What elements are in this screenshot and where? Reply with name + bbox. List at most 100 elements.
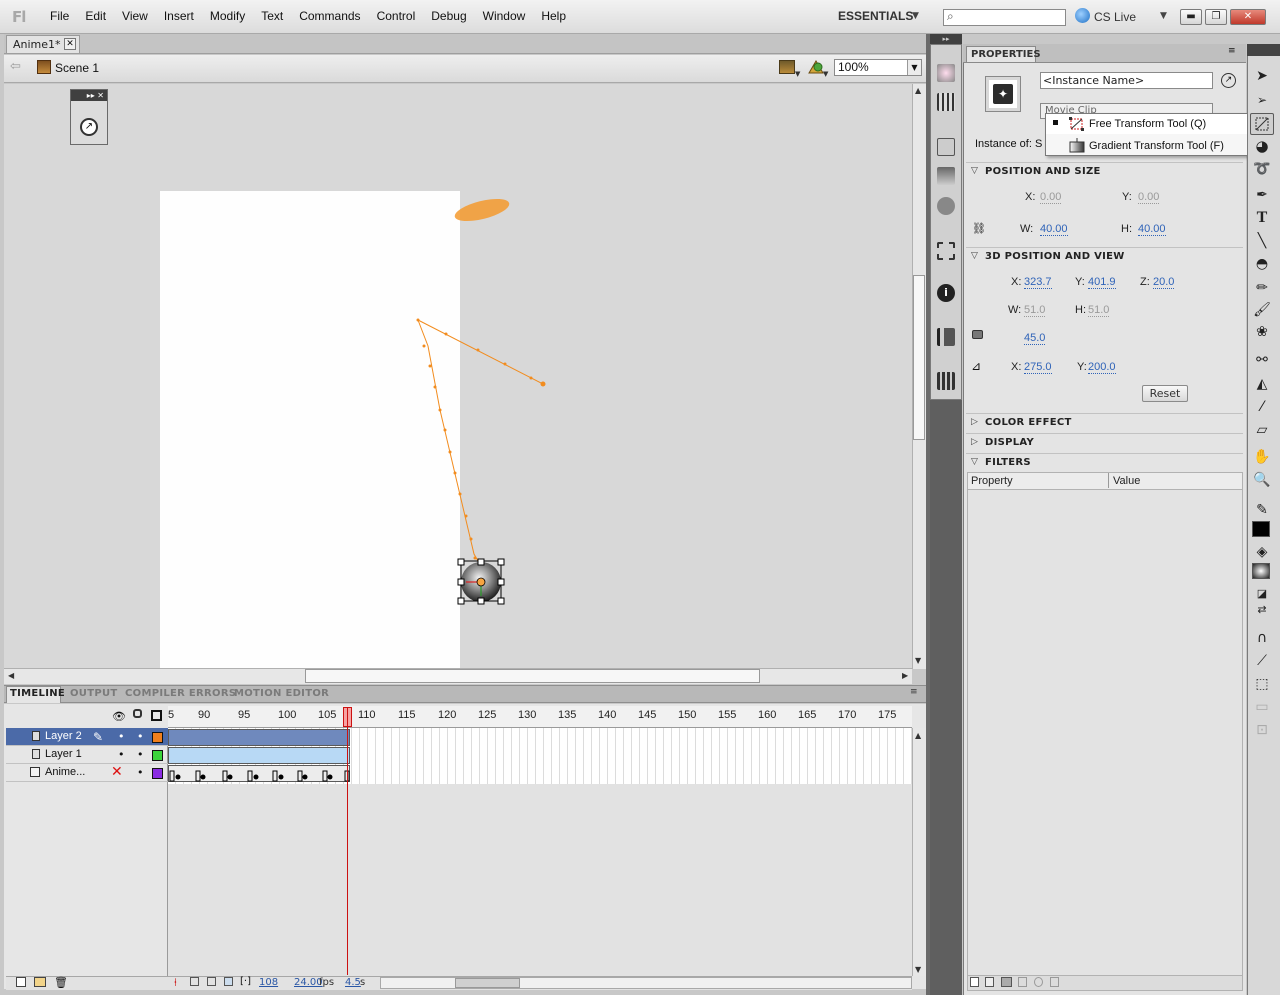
layer-name[interactable]: Layer 2 [45, 730, 82, 742]
delete-filter-icon[interactable] [1050, 977, 1059, 987]
fill-color-icon[interactable]: ◈ [1251, 542, 1273, 562]
3d-rotation-tool-icon[interactable]: ◕ [1251, 136, 1273, 156]
playhead-line[interactable] [347, 707, 348, 975]
perspective-angle-value[interactable]: 45.0 [1024, 332, 1046, 345]
paint-bucket-tool-icon[interactable]: ◭ [1251, 374, 1273, 394]
strip-header[interactable]: ▸▸ [930, 34, 962, 44]
frame-number-label[interactable]: 155 [718, 709, 736, 721]
frame-number-label[interactable]: 160 [758, 709, 776, 721]
selection-tool-icon[interactable]: ➤ [1251, 66, 1273, 86]
section-color-effect[interactable]: ▷ COLOR EFFECT [966, 413, 1243, 431]
frame-number-label[interactable]: 120 [438, 709, 456, 721]
reset-filter-icon[interactable] [1034, 977, 1043, 987]
cs-live-button[interactable]: CS Live [1094, 10, 1136, 24]
frame-number-label[interactable]: 125 [478, 709, 496, 721]
help-icon[interactable]: ↗ [1221, 73, 1236, 88]
fill-color-swatch[interactable] [1252, 563, 1270, 579]
color-icon[interactable] [937, 64, 955, 82]
stroke-color-swatch[interactable] [1252, 521, 1270, 537]
frame-number-label[interactable]: 135 [558, 709, 576, 721]
scroll-up-icon[interactable]: ▲ [915, 731, 921, 740]
chevron-down-icon[interactable]: ▼ [1160, 11, 1167, 21]
menu-edit[interactable]: Edit [77, 9, 114, 23]
bone-tool-icon[interactable]: ⚯ [1251, 350, 1273, 370]
pos-x-value[interactable]: 0.00 [1040, 191, 1062, 204]
oval-tool-icon[interactable]: ◓ [1251, 254, 1273, 274]
transform-icon[interactable] [937, 242, 955, 260]
frame-number-label[interactable]: 165 [798, 709, 816, 721]
swatches-icon[interactable] [937, 93, 955, 111]
clipboard-icon[interactable] [1001, 977, 1012, 987]
timeline-vertical-scrollbar[interactable] [912, 728, 926, 976]
motion-icon[interactable] [937, 197, 955, 215]
enable-filter-icon[interactable] [1018, 977, 1027, 987]
elapsed-time[interactable]: 4.5 [345, 977, 361, 988]
straighten-icon[interactable]: ⬚ [1251, 674, 1273, 694]
subselection-tool-icon[interactable]: ➢ [1251, 90, 1273, 110]
hand-tool-icon[interactable]: ✋ [1251, 447, 1273, 467]
layer-color-swatch[interactable] [152, 732, 163, 743]
eraser-tool-icon[interactable]: ▱ [1251, 420, 1273, 440]
frame-number-label[interactable]: 5 [168, 709, 174, 721]
deco-tool-icon[interactable]: ❀ [1251, 322, 1273, 342]
filters-col-property[interactable]: Property [971, 475, 1013, 487]
pen-tool-icon[interactable]: ✒ [1251, 185, 1273, 205]
info-icon[interactable]: i [937, 284, 955, 302]
eye-icon[interactable]: 👁 [112, 710, 126, 723]
line-tool-icon[interactable]: ╲ [1251, 231, 1273, 251]
visible-dot[interactable]: • [118, 748, 125, 761]
tab-motion-editor[interactable]: MOTION EDITOR [234, 688, 329, 699]
scrollbar-thumb[interactable] [305, 669, 760, 683]
height-value[interactable]: 40.00 [1138, 223, 1166, 236]
edit-multiple-frames-icon[interactable] [224, 977, 233, 986]
trash-icon[interactable]: 🗑 [54, 976, 68, 989]
tab-output[interactable]: OUTPUT [70, 688, 118, 699]
edit-scene-icon[interactable] [779, 60, 795, 74]
stroke-color-icon[interactable]: ✎ [1251, 500, 1273, 520]
menu-modify[interactable]: Modify [202, 9, 253, 23]
smooth-icon[interactable]: ⟋ [1251, 651, 1273, 671]
tab-properties[interactable]: PROPERTIES [966, 46, 1041, 62]
close-icon[interactable]: ✕ [64, 38, 76, 50]
panel-menu-icon[interactable]: ≡ [1228, 46, 1236, 56]
hidden-x-icon[interactable]: ✕ [111, 764, 123, 780]
frame-number-label[interactable]: 110 [358, 709, 376, 721]
brush-tool-icon[interactable]: 🖌 [1251, 300, 1273, 320]
menu-insert[interactable]: Insert [156, 9, 202, 23]
presets-icon[interactable] [985, 977, 994, 987]
new-layer-icon[interactable] [16, 977, 26, 987]
motion-presets-icon[interactable]: ↗ [80, 118, 98, 136]
current-frame[interactable]: 108 [259, 977, 278, 988]
tween-span-layer-2[interactable] [168, 729, 350, 746]
frame-number-label[interactable]: 150 [678, 709, 696, 721]
menu-debug[interactable]: Debug [423, 9, 474, 23]
panel-header[interactable]: ▸▸ ✕ [71, 90, 107, 101]
scroll-left-icon[interactable]: ◀ [8, 671, 14, 680]
visible-dot[interactable]: • [118, 730, 125, 743]
scrollbar-thumb[interactable] [913, 275, 925, 440]
menu-help[interactable]: Help [533, 9, 574, 23]
new-folder-icon[interactable] [34, 977, 46, 987]
minimize-button[interactable]: ▬ [1180, 9, 1202, 25]
filters-col-value[interactable]: Value [1113, 475, 1140, 487]
zoom-tool-icon[interactable]: 🔍 [1251, 470, 1273, 490]
instance-name-input[interactable]: <Instance Name> [1040, 72, 1213, 89]
frame-number-label[interactable]: 145 [638, 709, 656, 721]
section-position-size[interactable]: ▽ POSITION AND SIZE [966, 162, 1243, 180]
filters-list[interactable] [967, 490, 1243, 976]
chevron-down-icon[interactable]: ▼ [907, 60, 921, 75]
add-filter-icon[interactable] [970, 977, 979, 987]
menu-text[interactable]: Text [253, 9, 291, 23]
library-icon[interactable] [937, 138, 955, 156]
frame-number-label[interactable]: 90 [198, 709, 210, 721]
frame-number-label[interactable]: 100 [278, 709, 296, 721]
lock-dot[interactable]: • [137, 766, 144, 779]
frame-number-label[interactable]: 115 [398, 709, 416, 721]
scroll-down-icon[interactable]: ▼ [915, 965, 921, 974]
center-frame-icon[interactable]: ⍿ [174, 976, 177, 990]
history-icon[interactable] [937, 372, 955, 390]
onion-skin-icon[interactable] [190, 977, 199, 986]
chevron-down-icon[interactable]: ▼ [795, 70, 800, 78]
swap-colors-icon[interactable]: ⇄ [1251, 600, 1273, 620]
workspace-switcher[interactable]: ESSENTIALS [838, 9, 913, 23]
